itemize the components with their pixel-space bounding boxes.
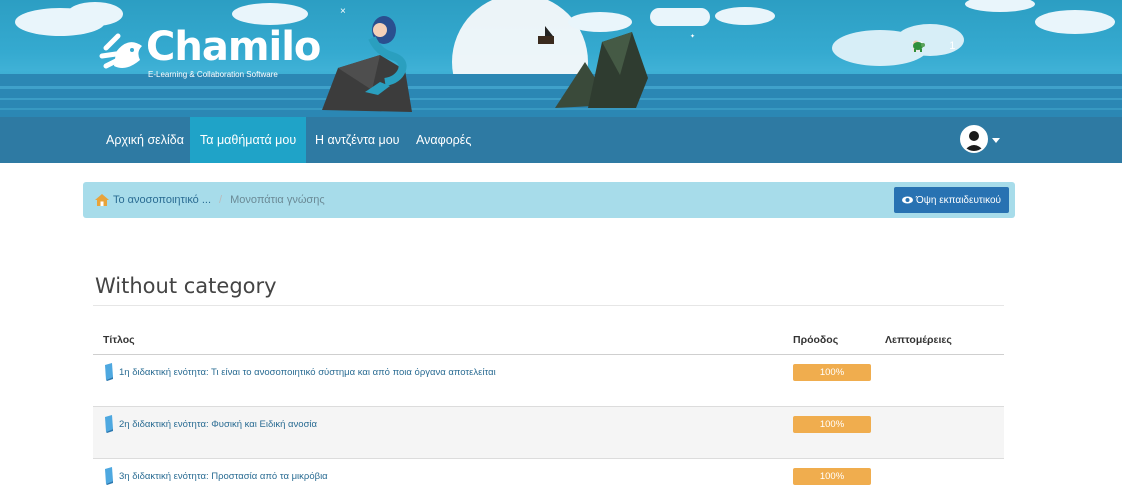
turtle-icon: [913, 42, 925, 52]
progress-bar: 100%: [793, 416, 871, 433]
teacher-view-button[interactable]: Όψη εκπαιδευτικού: [894, 187, 1009, 213]
lp-title-link[interactable]: 3η διδακτική ενότητα: Προστασία από τα μ…: [103, 467, 328, 485]
eye-icon: [901, 196, 913, 204]
column-title: Τίτλος: [103, 334, 135, 346]
breadcrumb-course[interactable]: Το ανοσοποιητικό ...: [113, 182, 211, 218]
category-title: Without category: [95, 274, 277, 298]
table-row: 1η διδακτική ενότητα: Τι είναι το ανοσοπ…: [93, 355, 1004, 407]
learning-path-icon: [105, 467, 113, 485]
teacher-view-label: Όψη εκπαιδευτικού: [915, 194, 1001, 206]
turtle-count[interactable]: 1: [913, 40, 956, 52]
nav-item-home[interactable]: Αρχική σελίδα: [96, 117, 194, 163]
progress-bar: 100%: [793, 364, 871, 381]
chevron-down-icon: [992, 137, 1000, 143]
avatar: [960, 125, 988, 153]
learning-path-icon: [105, 363, 113, 381]
nav-item-agenda[interactable]: Η αντζέντα μου: [305, 117, 410, 163]
breadcrumb: Το ανοσοποιητικό ... / Μονοπάτια γνώσης: [95, 182, 325, 218]
main-navbar: Αρχική σελίδα Τα μαθήματά μου Η αντζέντα…: [0, 117, 1122, 163]
nav-item-reports[interactable]: Αναφορές: [406, 117, 481, 163]
progress-bar: 100%: [793, 468, 871, 485]
logo-text: Chamilo: [146, 24, 321, 70]
lp-title: 1η διδακτική ενότητα: Τι είναι το ανοσοπ…: [119, 366, 496, 378]
svg-text:✦: ✦: [690, 33, 695, 40]
user-menu[interactable]: [960, 125, 1000, 153]
turtle-count-value: 1: [949, 40, 956, 52]
breadcrumb-current: Μονοπάτια γνώσης: [230, 194, 325, 206]
column-details: Λεπτομέρειες: [885, 334, 952, 346]
table-row: 3η διδακτική ενότητα: Προστασία από τα μ…: [93, 459, 1004, 503]
lp-title-link[interactable]: 1η διδακτική ενότητα: Τι είναι το ανοσοπ…: [103, 363, 496, 381]
table-row: 2η διδακτική ενότητα: Φυσική και Ειδική …: [93, 407, 1004, 459]
logo-tagline: E-Learning & Collaboration Software: [148, 70, 278, 79]
column-progress: Πρόοδος: [793, 334, 839, 346]
learning-path-table: Τίτλος Πρόοδος Λεπτομέρειες 1η διδακτική…: [93, 330, 1004, 503]
home-icon[interactable]: [95, 194, 109, 206]
category-divider: [93, 305, 1004, 306]
header-banner: × ✦ Chamilo E-Learning & Collaboration S…: [0, 0, 1122, 117]
lp-title: 3η διδακτική ενότητα: Προστασία από τα μ…: [119, 470, 328, 482]
user-avatar-icon: [964, 131, 984, 151]
learning-path-icon: [105, 415, 113, 433]
table-header: Τίτλος Πρόοδος Λεπτομέρειες: [93, 330, 1004, 355]
header-stats: 16 1: [911, 40, 955, 52]
breadcrumb-bar: Το ανοσοποιητικό ... / Μονοπάτια γνώσης …: [83, 182, 1015, 218]
nav-item-my-courses[interactable]: Τα μαθήματά μου: [190, 117, 307, 163]
chamilo-logo-icon: [99, 33, 142, 69]
lp-title-link[interactable]: 2η διδακτική ενότητα: Φυσική και Ειδική …: [103, 415, 317, 433]
svg-text:×: ×: [340, 6, 346, 17]
breadcrumb-separator: /: [219, 194, 223, 206]
lp-title: 2η διδακτική ενότητα: Φυσική και Ειδική …: [119, 418, 318, 430]
